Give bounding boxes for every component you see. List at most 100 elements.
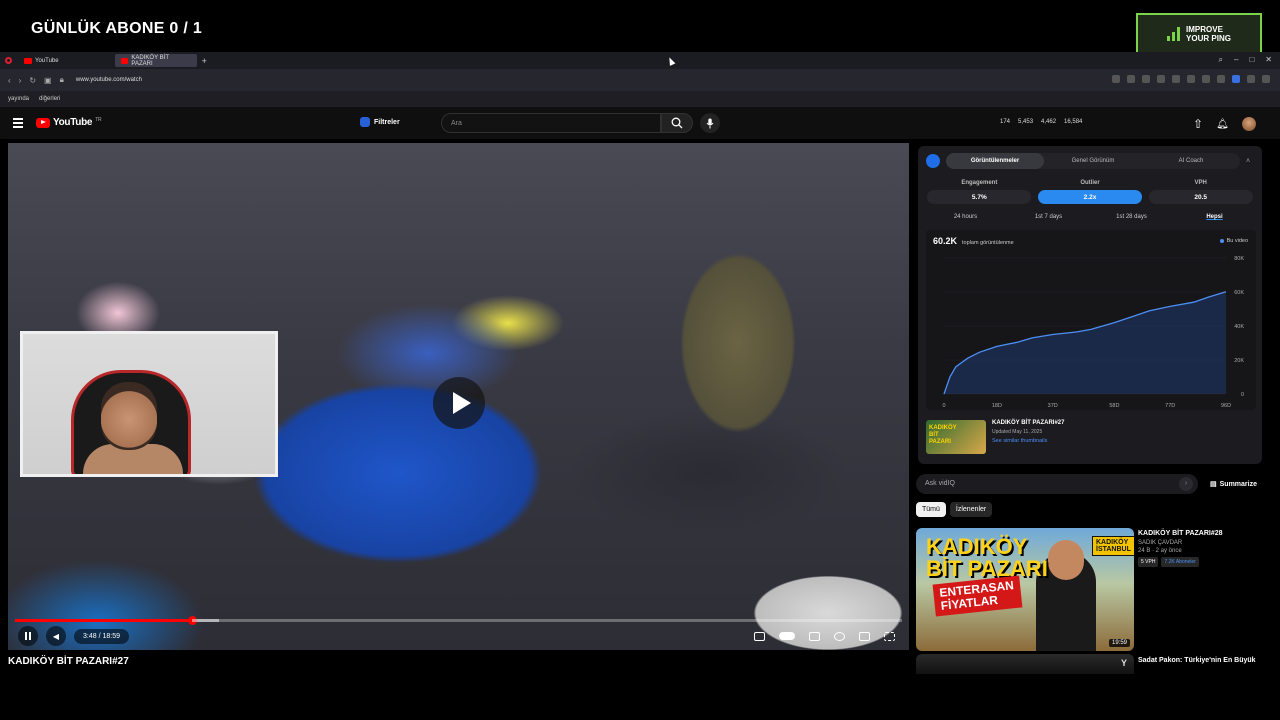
search-icon (671, 117, 683, 129)
upload-icon[interactable]: ⇧ (1193, 117, 1203, 131)
metric-outlier: Outlier 2.2x (1035, 180, 1146, 204)
related-updated: Updated May 11, 2025 (992, 429, 1043, 435)
channel-name[interactable]: SADIK ÇAVDAR (1138, 540, 1223, 546)
stream-overlay-bar: GÜNLÜK ABONE 0 / 1 IMPROVE YOUR PING (0, 0, 1280, 55)
vidiq-tabs: Görüntülenmeler Genel Görünüm AI Coach (946, 153, 1240, 169)
similar-thumbnails-link[interactable]: See similar thumbnails (992, 438, 1064, 444)
total-views-value: 60.2K (933, 236, 958, 246)
extension-icon[interactable] (1247, 75, 1255, 83)
back-icon[interactable]: ‹ (8, 76, 11, 85)
lock-icon[interactable]: 🔒︎ (60, 75, 64, 85)
notifications-bell-icon[interactable]: 🔔︎ (1216, 119, 1229, 130)
youtube-logo[interactable]: YouTube TR (36, 117, 102, 128)
menu-icon[interactable] (13, 118, 23, 130)
filters-label: Filtreler (374, 118, 400, 126)
tab-youtube[interactable]: YouTube (18, 54, 65, 67)
microphone-icon (706, 118, 714, 128)
search-button[interactable] (661, 113, 693, 133)
x-tick-label: 18D (992, 403, 1002, 409)
extension-icon[interactable] (1172, 75, 1180, 83)
voice-search-button[interactable] (700, 113, 720, 133)
tab-views[interactable]: Görüntülenmeler (946, 153, 1044, 169)
new-tab-icon[interactable]: + (202, 56, 207, 66)
ping-badge-line2: YOUR PING (1186, 34, 1231, 43)
summarize-label: Summarize (1219, 480, 1257, 488)
range-24-hours[interactable]: 24 hours (924, 214, 1007, 220)
extension-icon[interactable] (1127, 75, 1135, 83)
subscribers-tag: 7.2K Aboneler (1161, 557, 1199, 567)
collapse-chevron-icon[interactable]: ˄ (1246, 158, 1250, 165)
extension-icon[interactable] (1112, 75, 1120, 83)
close-icon[interactable]: ✕ (1265, 55, 1272, 65)
signal-bars-icon (1167, 27, 1181, 41)
pause-icon (25, 632, 31, 640)
tab-kadikoy-bit-pazari[interactable]: KADIKÖY BİT PAZARI (114, 54, 197, 67)
related-title: KADIKÖY BİT PAZARI#27 (992, 420, 1065, 426)
related-video-card[interactable]: KADIKÖY BİT PAZARI KADIKÖY BİT PAZARI#27 U… (926, 420, 1064, 454)
avatar[interactable] (1241, 117, 1256, 131)
stat-value: 5,453 (1018, 119, 1034, 125)
search-tabs-icon[interactable]: ⌕ (1219, 55, 1223, 65)
settings-gear-icon[interactable] (834, 631, 845, 641)
range-first-7-days[interactable]: 1st 7 days (1007, 214, 1090, 220)
play-icon (452, 392, 471, 414)
progress-bar[interactable] (15, 616, 902, 625)
volume-button[interactable]: ◀ (46, 626, 66, 646)
range-all[interactable]: Hepsi (1173, 214, 1256, 220)
url-field[interactable]: www.youtube.com/watch (76, 77, 142, 83)
minimize-icon[interactable]: – (1234, 55, 1238, 65)
related-thumbnail[interactable]: KADIKÖY BİT PAZARI (926, 420, 986, 454)
extension-icon[interactable] (1202, 75, 1210, 83)
recommended-title[interactable]: Sadat Pakon: Türkiye'nin En Büyük (1138, 657, 1256, 664)
youtube-play-icon (36, 117, 50, 128)
fullscreen-icon[interactable] (884, 631, 895, 641)
summarize-button[interactable]: ▤ Summarize (1210, 480, 1257, 489)
vidiq-panel: Görüntülenmeler Genel Görünüm AI Coach ˄… (918, 146, 1262, 464)
chip-all[interactable]: Tümü (916, 502, 946, 517)
address-bar-row: ‹ › ↻ ▣ 🔒︎ www.youtube.com/watch (0, 69, 1280, 91)
extension-icon[interactable] (1217, 75, 1225, 83)
range-first-28-days[interactable]: 1st 28 days (1090, 214, 1173, 220)
tab-ai-coach[interactable]: AI Coach (1142, 153, 1240, 169)
extension-icon[interactable] (1187, 75, 1195, 83)
search-input[interactable]: Ara (441, 113, 661, 133)
youtube-header: YouTube TR Filtreler Ara 174 5,453 4,462… (0, 107, 1280, 139)
recommended-thumbnail[interactable]: KADIKÖY BİT PAZARI ENTERASAN FİYATLAR KADI… (916, 528, 1134, 651)
filters-button[interactable]: Filtreler (360, 117, 400, 127)
opera-logo-icon[interactable] (5, 57, 12, 64)
maximize-icon[interactable]: □ (1249, 55, 1254, 65)
video-duration: 19:59 (1108, 639, 1130, 647)
autoplay-toggle[interactable] (779, 632, 795, 640)
video-player[interactable]: ◀ 3:48 / 18:59 (8, 143, 909, 650)
pause-button[interactable] (18, 626, 38, 646)
progress-fill (15, 619, 193, 622)
bookmark-folder-digerleri[interactable]: diğerleri (39, 96, 60, 102)
vidiq-stats: 174 5,453 4,462 16,584 (1000, 119, 1082, 125)
extension-icon[interactable] (1142, 75, 1150, 83)
extension-icon[interactable] (1262, 75, 1270, 83)
forward-icon[interactable]: › (19, 76, 22, 85)
tab-overview[interactable]: Genel Görünüm (1044, 153, 1142, 169)
time-display: 3:48 / 18:59 (74, 628, 129, 644)
recommended-video[interactable]: Y Sadat Pakon: Türkiye'nin En Büyük (916, 654, 1276, 674)
site-info-icon[interactable]: ▣ (44, 76, 52, 85)
vidiq-player-icon[interactable] (754, 631, 765, 641)
daily-subscriber-counter: GÜNLÜK ABONE 0 / 1 (31, 20, 203, 37)
chip-watched[interactable]: İzlenenler (949, 502, 993, 517)
recommended-video[interactable]: KADIKÖY BİT PAZARI ENTERASAN FİYATLAR KADI… (916, 528, 1276, 651)
recommended-thumbnail[interactable] (916, 654, 1134, 674)
bookmark-folder-yayinda[interactable]: yayında (8, 96, 29, 102)
metric-vph: VPH 20.5 (1145, 180, 1256, 204)
video-meta: 24 B · 2 ay önce (1138, 548, 1182, 554)
extension-icon[interactable] (1232, 75, 1240, 83)
total-views-label[interactable]: toplam görüntülenme (962, 240, 1014, 246)
send-arrow-icon[interactable]: › (1179, 477, 1193, 491)
ask-vidiq-input[interactable]: Ask vidIQ › (916, 474, 1198, 494)
recommended-title[interactable]: KADIKÖY BİT PAZARI#28 (1138, 530, 1223, 537)
y-tick-label: 20K (1234, 358, 1244, 364)
extension-icon[interactable] (1157, 75, 1165, 83)
play-button[interactable] (433, 377, 485, 429)
subtitles-icon[interactable] (809, 631, 820, 641)
miniplayer-icon[interactable] (859, 631, 870, 641)
reload-icon[interactable]: ↻ (29, 76, 36, 85)
